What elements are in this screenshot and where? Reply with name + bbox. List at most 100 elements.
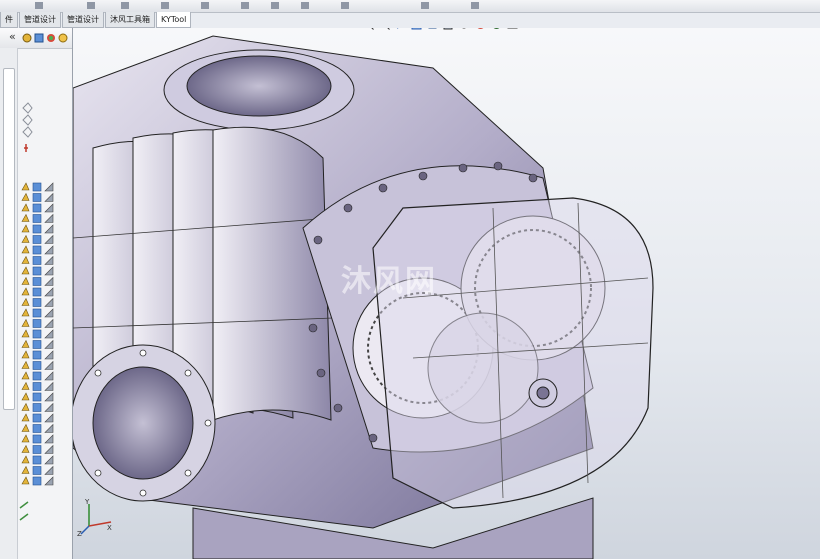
part-icon xyxy=(32,182,42,192)
tree-item[interactable] xyxy=(21,413,54,423)
part-icon xyxy=(32,392,42,402)
feature-icon xyxy=(21,297,30,306)
feature-icon xyxy=(21,308,30,317)
tab-part[interactable]: 件 xyxy=(0,12,18,28)
toolbar-tool-icon[interactable] xyxy=(420,1,430,10)
tree-item[interactable] xyxy=(21,245,54,255)
feature-icon xyxy=(21,203,30,212)
display-style-icon[interactable] xyxy=(443,28,454,30)
tree-item[interactable] xyxy=(21,434,54,444)
part-icon xyxy=(32,371,42,381)
part-icon xyxy=(32,445,42,454)
mate-icon xyxy=(44,455,54,465)
tree-item[interactable] xyxy=(21,465,54,475)
tree-item[interactable] xyxy=(21,287,54,297)
tree-item[interactable] xyxy=(21,455,54,465)
tree-item[interactable] xyxy=(21,203,54,213)
feature-icon xyxy=(21,339,30,348)
feature-icon xyxy=(21,381,30,390)
part-icon xyxy=(32,319,42,328)
mate-icon xyxy=(44,392,54,402)
hide-show-items-icon[interactable] xyxy=(459,28,470,30)
part-icon xyxy=(32,476,42,486)
toolbar-tool-icon[interactable] xyxy=(300,1,310,10)
tree-item[interactable] xyxy=(21,339,54,349)
feature-icon xyxy=(21,182,30,191)
tree-item[interactable] xyxy=(21,297,54,307)
tree-item[interactable] xyxy=(21,224,54,234)
zoom-to-fit-icon[interactable] xyxy=(363,28,374,30)
feature-icon xyxy=(21,413,30,422)
tree-item[interactable] xyxy=(21,423,54,433)
display-manager-icon[interactable] xyxy=(58,33,68,43)
mate-icon xyxy=(44,182,54,192)
tree-item[interactable] xyxy=(21,255,54,265)
toolbar-tool-icon[interactable] xyxy=(340,1,350,10)
zoom-area-icon[interactable] xyxy=(379,28,390,30)
tree-item[interactable] xyxy=(21,350,54,360)
config-manager-icon[interactable] xyxy=(46,33,56,43)
tree-item[interactable] xyxy=(21,381,54,391)
part-icon xyxy=(32,424,42,433)
scrollbar-thumb[interactable] xyxy=(3,68,15,410)
tab-piping-design[interactable]: 管道设计 xyxy=(19,12,61,28)
view-settings-icon[interactable] xyxy=(507,28,518,30)
mate-icon xyxy=(44,213,54,223)
previous-view-icon[interactable] xyxy=(395,28,406,30)
feature-icon xyxy=(21,234,30,243)
feature-tree-icon[interactable] xyxy=(22,33,32,43)
toolbar-tool-icon[interactable] xyxy=(240,1,250,10)
feature-icon xyxy=(21,455,30,464)
tree-item[interactable] xyxy=(21,234,54,244)
toolbar-tool-icon[interactable] xyxy=(120,1,130,10)
apply-scene-icon[interactable] xyxy=(491,28,502,30)
feature-icon xyxy=(21,423,30,432)
tree-item[interactable] xyxy=(21,371,54,381)
toolbar-tool-icon[interactable] xyxy=(200,1,210,10)
toolbar-tool-icon[interactable] xyxy=(34,1,44,10)
feature-manager-pane: « xyxy=(0,28,73,559)
mate-icon xyxy=(44,245,54,255)
tab-piping-design-2[interactable]: 管道设计 xyxy=(62,12,104,28)
feature-icon xyxy=(21,465,30,474)
tree-item[interactable] xyxy=(21,444,54,454)
graphics-area[interactable]: 沐风网 Z X Y xyxy=(73,28,820,559)
tree-item[interactable] xyxy=(21,192,54,202)
feature-tree-list xyxy=(21,182,54,486)
tree-item[interactable] xyxy=(21,318,54,328)
tree-item[interactable] xyxy=(21,266,54,276)
blower-model[interactable] xyxy=(73,28,820,559)
toolbar-tool-icon[interactable] xyxy=(470,1,480,10)
tree-scrollbar[interactable] xyxy=(0,48,18,559)
view-orientation-icon[interactable] xyxy=(427,28,438,30)
tree-item[interactable] xyxy=(21,360,54,370)
mate-icon xyxy=(44,203,54,213)
tree-item[interactable] xyxy=(21,182,54,192)
tree-item[interactable] xyxy=(21,329,54,339)
toolbar-tool-icon[interactable] xyxy=(270,1,280,10)
feature-icon xyxy=(21,213,30,222)
tree-item[interactable] xyxy=(21,392,54,402)
part-icon xyxy=(32,256,42,265)
part-icon xyxy=(32,382,42,391)
part-icon xyxy=(32,340,42,349)
toolbar-tool-icon[interactable] xyxy=(86,1,96,10)
reference-triad: Z X Y xyxy=(77,498,112,538)
mate-icon xyxy=(44,339,54,349)
command-tabs: 件 管道设计 管道设计 沐风工具箱 KYTool xyxy=(0,12,192,28)
triad-y-label: Y xyxy=(84,498,90,506)
property-manager-icon[interactable] xyxy=(34,33,44,43)
toolbar-tool-icon[interactable] xyxy=(160,1,170,10)
tree-item[interactable] xyxy=(21,402,54,412)
collapse-pane-button[interactable]: « xyxy=(9,30,16,43)
feature-icon xyxy=(21,402,30,411)
tab-kytool[interactable]: KYTool xyxy=(156,12,192,28)
tree-item[interactable] xyxy=(21,308,54,318)
tree-item[interactable] xyxy=(21,276,54,286)
tab-mufeng-toolbox[interactable]: 沐风工具箱 xyxy=(105,12,155,28)
section-view-icon[interactable] xyxy=(411,28,422,30)
edit-appearance-icon[interactable] xyxy=(475,28,486,30)
feature-icon xyxy=(21,287,30,296)
tree-item[interactable] xyxy=(21,476,54,486)
tree-item[interactable] xyxy=(21,213,54,223)
